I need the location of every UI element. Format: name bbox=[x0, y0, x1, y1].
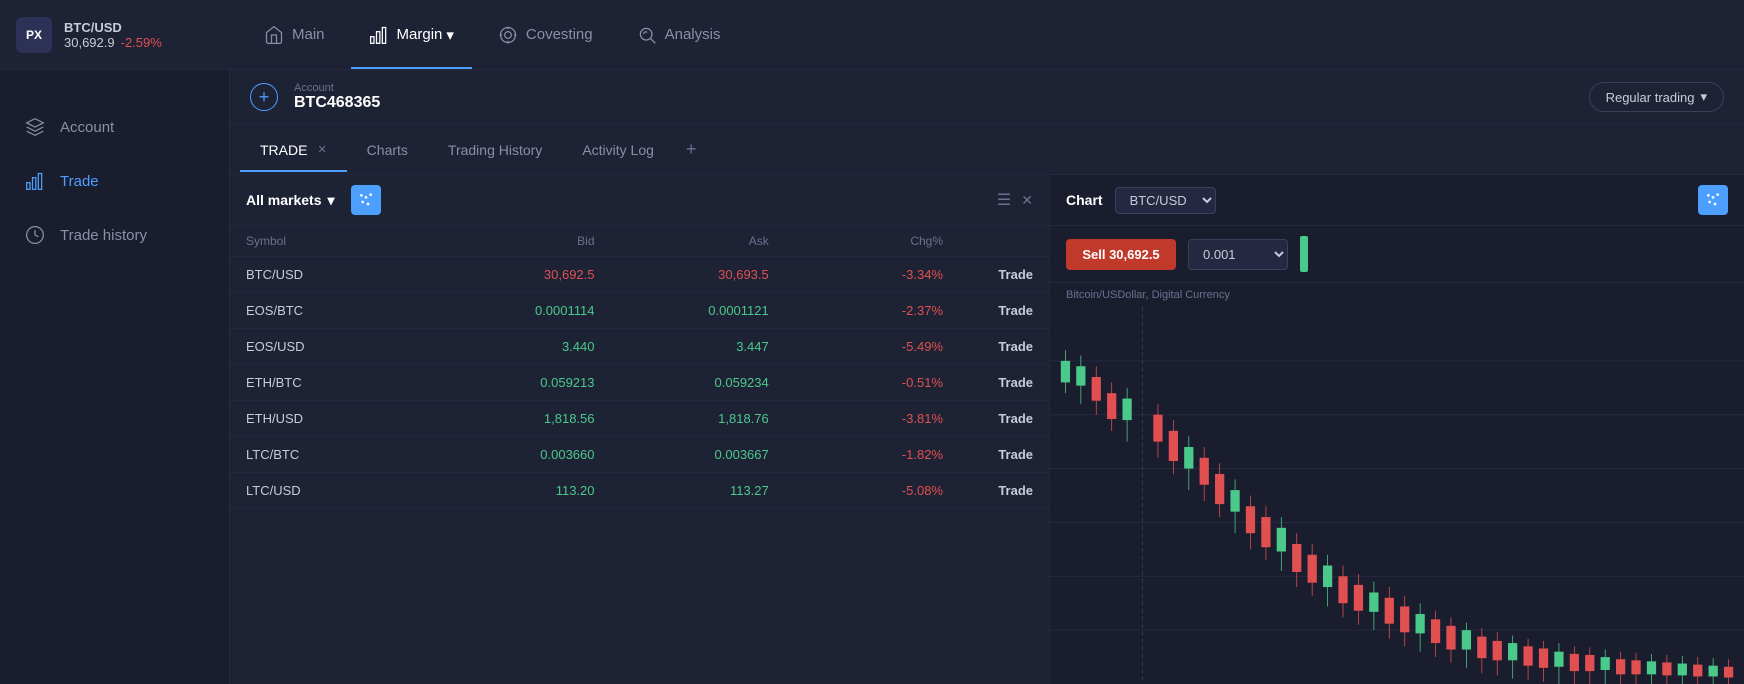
chart-canvas bbox=[1050, 307, 1744, 684]
col-symbol: Symbol bbox=[246, 234, 420, 248]
account-bar: + Account BTC468365 Regular trading ▾ bbox=[230, 70, 1744, 125]
margin-dropdown-icon: ▾ bbox=[446, 26, 454, 44]
markets-table: Symbol Bid Ask Chg% BTC/USD 30,692.5 30,… bbox=[230, 226, 1049, 509]
quantity-select[interactable]: 0.001 0.01 0.1 1 bbox=[1188, 239, 1288, 270]
nav-analysis-label: Analysis bbox=[665, 26, 721, 43]
btc-change: -2.59% bbox=[121, 35, 162, 50]
markets-columns: Symbol Bid Ask Chg% bbox=[230, 226, 1049, 257]
sidebar: Account Trade Trade history bbox=[0, 0, 230, 684]
buy-indicator bbox=[1300, 236, 1308, 272]
col-chg: Chg% bbox=[769, 234, 943, 248]
trade-btcusd-button[interactable]: Trade bbox=[943, 267, 1033, 282]
all-markets-dropdown-icon: ▾ bbox=[327, 192, 334, 209]
trade-ltcbtc-button[interactable]: Trade bbox=[943, 447, 1033, 462]
table-row[interactable]: LTC/USD 113.20 113.27 -5.08% Trade bbox=[230, 473, 1049, 509]
top-nav: Main Margin ▾ Covesting bbox=[230, 0, 738, 69]
tab-add-button[interactable]: + bbox=[674, 125, 709, 174]
trade-eosbtc-button[interactable]: Trade bbox=[943, 303, 1033, 318]
sidebar-trade-label: Trade bbox=[60, 173, 99, 190]
chart-header: Chart BTC/USD ETH/USD EOS/USD bbox=[1050, 175, 1744, 226]
nav-analysis[interactable]: Analysis bbox=[619, 0, 739, 69]
clock-icon bbox=[24, 224, 46, 246]
home-icon bbox=[264, 25, 284, 45]
col-bid: Bid bbox=[420, 234, 594, 248]
chart-panel: Chart BTC/USD ETH/USD EOS/USD Sell 30,69… bbox=[1050, 175, 1744, 684]
add-account-button[interactable]: + bbox=[250, 83, 278, 111]
tab-trading-history-label: Trading History bbox=[448, 142, 542, 158]
table-row[interactable]: BTC/USD 30,692.5 30,693.5 -3.34% Trade bbox=[230, 257, 1049, 293]
regular-trading-label: Regular trading bbox=[1606, 90, 1695, 105]
markets-header-controls: ☰ ✕ bbox=[997, 190, 1033, 210]
sell-label: Sell bbox=[1082, 247, 1105, 262]
logo-icon: PX bbox=[16, 17, 52, 53]
tab-activity-log[interactable]: Activity Log bbox=[562, 128, 674, 172]
btc-price-value: 30,692.9 bbox=[64, 35, 115, 50]
account-info: Account BTC468365 bbox=[294, 82, 380, 112]
tab-trade-close[interactable]: ✕ bbox=[317, 143, 326, 156]
markets-panel: All markets ▾ ☰ ✕ Symbol Bid bbox=[230, 175, 1050, 684]
top-header: PX BTC/USD 30,692.9 -2.59% Main Margin ▾ bbox=[0, 0, 1744, 70]
table-row[interactable]: ETH/BTC 0.059213 0.059234 -0.51% Trade bbox=[230, 365, 1049, 401]
sidebar-account-label: Account bbox=[60, 119, 114, 136]
scatter-icon-button[interactable] bbox=[351, 185, 381, 215]
hamburger-icon[interactable]: ☰ bbox=[997, 190, 1011, 210]
tab-trading-history[interactable]: Trading History bbox=[428, 128, 562, 172]
regular-trading-dropdown-icon: ▾ bbox=[1700, 89, 1707, 105]
candlestick-svg bbox=[1050, 307, 1744, 684]
sell-price: 30,692.5 bbox=[1109, 247, 1160, 262]
table-row[interactable]: EOS/USD 3.440 3.447 -5.49% Trade bbox=[230, 329, 1049, 365]
sidebar-history-label: Trade history bbox=[60, 227, 147, 244]
regular-trading-button[interactable]: Regular trading ▾ bbox=[1589, 82, 1724, 112]
logo-area: PX BTC/USD 30,692.9 -2.59% bbox=[0, 17, 230, 53]
account-label: Account bbox=[294, 82, 380, 94]
nav-main-label: Main bbox=[292, 26, 325, 43]
btc-info: BTC/USD 30,692.9 -2.59% bbox=[64, 20, 162, 50]
nav-margin[interactable]: Margin ▾ bbox=[351, 0, 472, 69]
all-markets-label: All markets bbox=[246, 192, 321, 208]
table-row[interactable]: ETH/USD 1,818.56 1,818.76 -3.81% Trade bbox=[230, 401, 1049, 437]
main-content: + Account BTC468365 Regular trading ▾ TR… bbox=[230, 70, 1744, 684]
tab-trade[interactable]: TRADE ✕ bbox=[240, 128, 347, 172]
col-action bbox=[943, 234, 1033, 248]
col-ask: Ask bbox=[595, 234, 769, 248]
sidebar-item-trade-history[interactable]: Trade history bbox=[0, 208, 229, 262]
tab-trade-label: TRADE bbox=[260, 142, 307, 158]
table-row[interactable]: EOS/BTC 0.0001114 0.0001121 -2.37% Trade bbox=[230, 293, 1049, 329]
sell-section: Sell 30,692.5 0.001 0.01 0.1 1 bbox=[1050, 226, 1744, 283]
chart-scatter-button[interactable] bbox=[1698, 185, 1728, 215]
chart-label: Chart bbox=[1066, 192, 1103, 208]
covesting-icon bbox=[498, 25, 518, 45]
nav-covesting-label: Covesting bbox=[526, 26, 593, 43]
panels: All markets ▾ ☰ ✕ Symbol Bid bbox=[230, 175, 1744, 684]
chart-symbol-select[interactable]: BTC/USD ETH/USD EOS/USD bbox=[1115, 187, 1216, 214]
sell-button[interactable]: Sell 30,692.5 bbox=[1066, 239, 1176, 270]
trade-ltcusd-button[interactable]: Trade bbox=[943, 483, 1033, 498]
markets-header: All markets ▾ ☰ ✕ bbox=[230, 175, 1049, 226]
tab-charts[interactable]: Charts bbox=[347, 128, 428, 172]
tab-charts-label: Charts bbox=[367, 142, 408, 158]
table-row[interactable]: LTC/BTC 0.003660 0.003667 -1.82% Trade bbox=[230, 437, 1049, 473]
chart-bar-icon bbox=[24, 170, 46, 192]
sidebar-item-account[interactable]: Account bbox=[0, 100, 229, 154]
account-id: BTC468365 bbox=[294, 94, 380, 112]
all-markets-button[interactable]: All markets ▾ bbox=[246, 192, 335, 209]
layers-icon bbox=[24, 116, 46, 138]
sidebar-item-trade[interactable]: Trade bbox=[0, 154, 229, 208]
chart-description: Bitcoin/USDollar, Digital Currency bbox=[1050, 283, 1744, 307]
trade-ethbtc-button[interactable]: Trade bbox=[943, 375, 1033, 390]
analysis-icon bbox=[637, 25, 657, 45]
tabs-row: TRADE ✕ Charts Trading History Activity … bbox=[230, 125, 1744, 175]
margin-icon bbox=[369, 25, 389, 45]
nav-margin-label: Margin bbox=[397, 26, 443, 43]
trade-eosusd-button[interactable]: Trade bbox=[943, 339, 1033, 354]
trade-ethusd-button[interactable]: Trade bbox=[943, 411, 1033, 426]
nav-main[interactable]: Main bbox=[246, 0, 343, 69]
tab-activity-log-label: Activity Log bbox=[582, 142, 654, 158]
nav-covesting[interactable]: Covesting bbox=[480, 0, 611, 69]
close-markets-icon[interactable]: ✕ bbox=[1021, 192, 1033, 209]
btc-pair: BTC/USD bbox=[64, 20, 162, 35]
